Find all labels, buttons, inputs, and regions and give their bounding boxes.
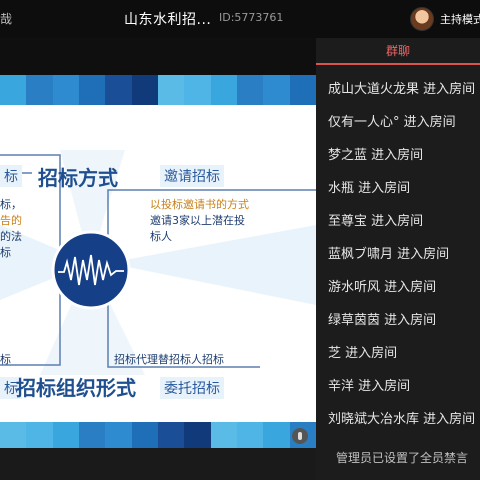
chat-panel: 群聊 成山大道火龙果 进入房间 仅有一人心° 进入房间 梦之蓝 进入房间 水瓶 …	[316, 38, 480, 480]
slide-left-desc-line-2: 告的	[0, 214, 22, 227]
chat-message: 蓝枫ブ啸月 进入房间	[328, 247, 450, 262]
chat-message: 芝 进入房间	[328, 346, 398, 361]
tab-group-chat[interactable]: 群聊	[316, 38, 480, 64]
slide-invite-desc-line-3: 标人	[150, 230, 172, 243]
tab-underline	[316, 63, 480, 65]
host-mode-label[interactable]: 主持模式	[440, 11, 480, 27]
ray-right	[108, 225, 316, 305]
chat-message: 仅有一人心° 进入房间	[328, 115, 456, 130]
slide-tag-left-top: 标	[0, 165, 22, 187]
chat-message: 辛洋 进入房间	[328, 379, 411, 394]
chat-message: 水瓶 进入房间	[328, 181, 411, 196]
microphone-icon[interactable]	[292, 428, 308, 444]
slide-invite-desc-line-1: 以投标邀请书的方式	[150, 198, 249, 211]
slide-heading-organization: 招标组织形式	[16, 376, 136, 400]
slide-invite-desc-line-2: 邀请3家以上潜在投	[150, 214, 245, 227]
chat-message: 至尊宝 进入房间	[328, 214, 424, 229]
slide-left-desc-line-1: 标，	[0, 198, 22, 211]
slide-left-desc-line-4: 标	[0, 246, 11, 259]
chat-message: 绿草茵茵 进入房间	[328, 313, 437, 328]
slide: 招标方式 邀请招标 标 以投标邀请书的方式 邀请3家以上潜在投 标人 标， 告的…	[0, 75, 316, 452]
slide-agency-desc: 招标代理替招标人招标	[114, 353, 224, 366]
chat-message: 成山大道火龙果 进入房间	[328, 82, 476, 97]
top-bar: 哉 山东水利招... ID:5773761 主持模式	[0, 0, 480, 39]
room-title: 山东水利招...	[124, 12, 212, 28]
video-area: 招标方式 邀请招标 标 以投标邀请书的方式 邀请3家以上潜在投 标人 标， 告的…	[0, 38, 316, 452]
slide-tag-entrust: 委托招标	[160, 377, 224, 399]
chat-message: 刘晓斌大冶水库 进入房间	[328, 412, 476, 427]
chat-list[interactable]: 成山大道火龙果 进入房间 仅有一人心° 进入房间 梦之蓝 进入房间 水瓶 进入房…	[328, 78, 480, 441]
slide-heading-method: 招标方式	[38, 166, 118, 190]
chat-message: 游水听风 进入房间	[328, 280, 437, 295]
slide-left-desc-line-3: 的法	[0, 230, 22, 243]
slide-left-bottom-fragment: 标	[0, 353, 11, 366]
chat-message: 梦之蓝 进入房间	[328, 148, 424, 163]
avatar[interactable]	[410, 7, 434, 31]
room-id: ID:5773761	[219, 11, 284, 24]
back-label[interactable]: 哉	[0, 10, 12, 27]
mute-notice: 管理员已设置了全员禁言	[336, 451, 469, 465]
host-area[interactable]: 主持模式	[410, 7, 480, 31]
slide-tag-invite: 邀请招标	[160, 165, 224, 187]
bottom-toolbar	[0, 448, 316, 480]
